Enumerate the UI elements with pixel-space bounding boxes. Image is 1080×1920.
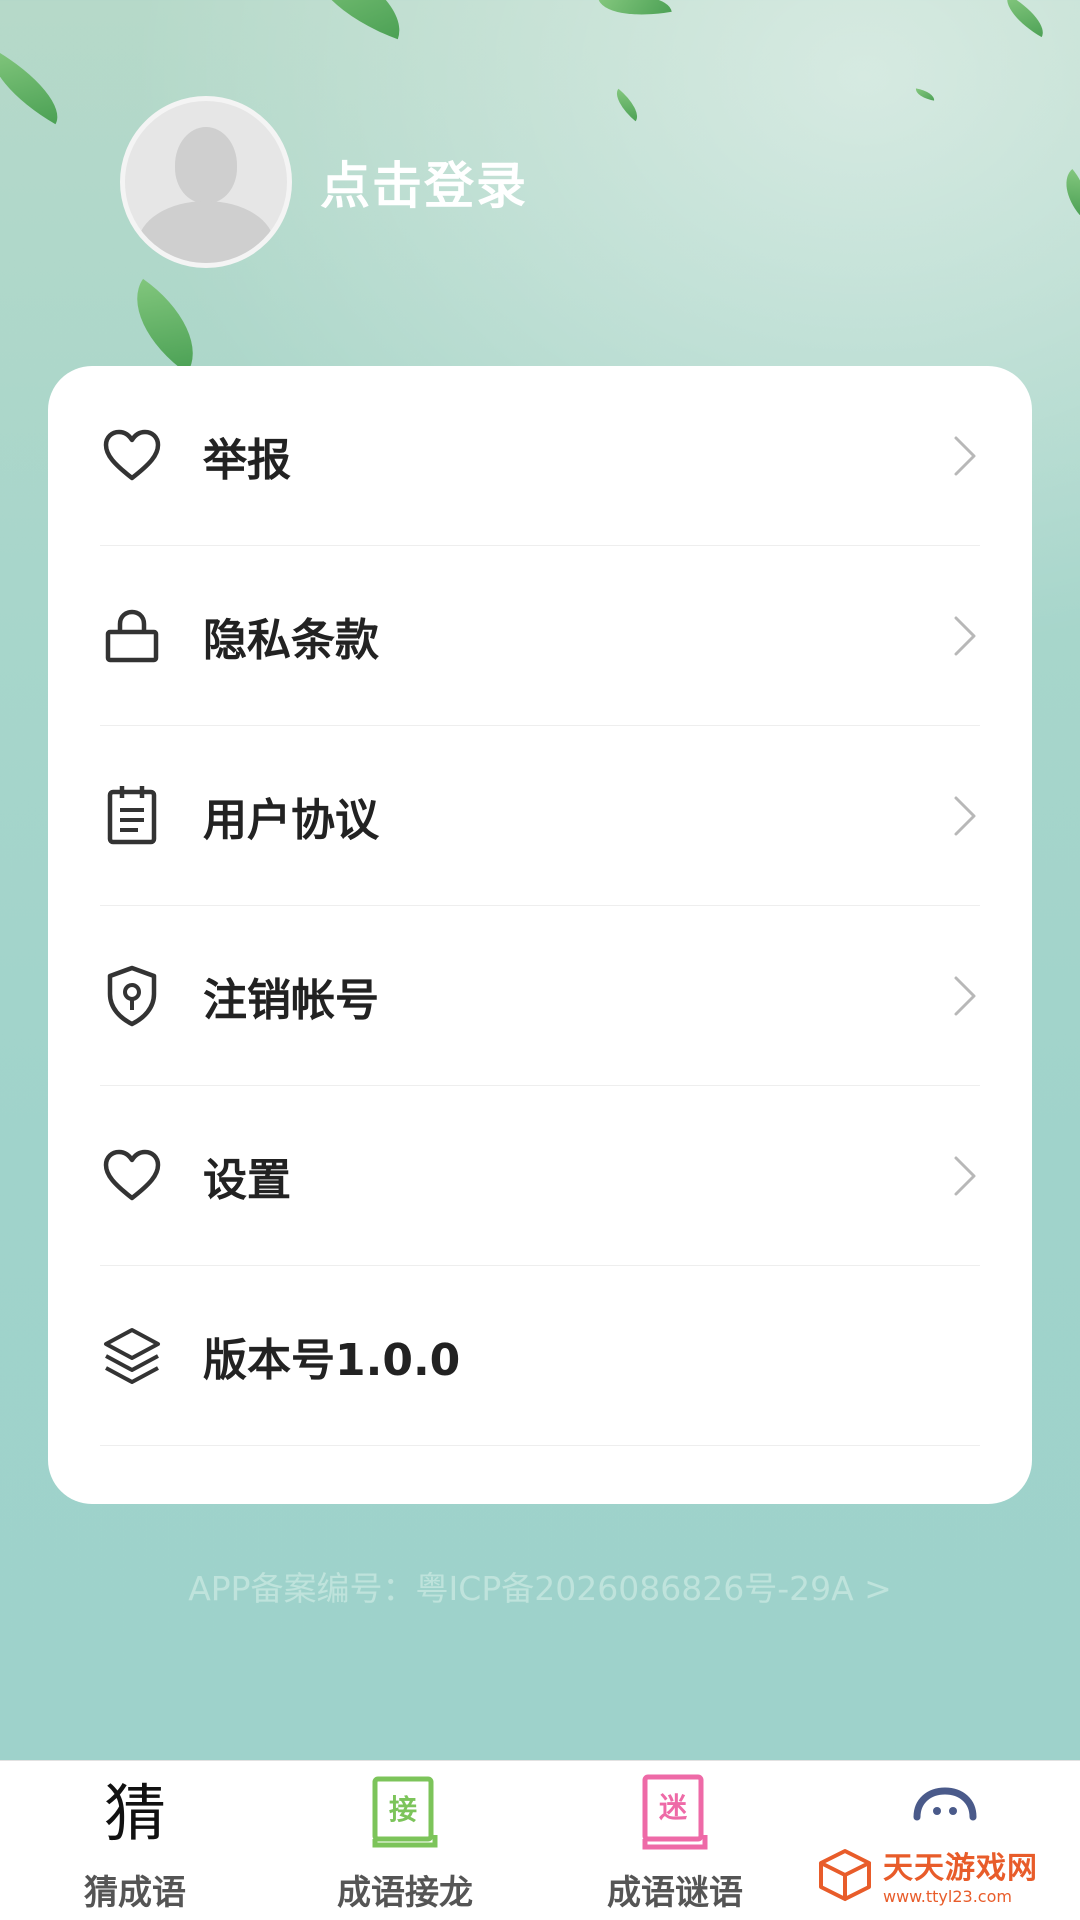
leaf-decoration <box>113 278 217 374</box>
tab-guess-idiom[interactable]: 猜 猜成语 <box>0 1761 270 1920</box>
watermark-url: www.ttyl23.com <box>883 1887 1012 1906</box>
svg-text:迷: 迷 <box>659 1791 688 1824</box>
clipboard-icon <box>100 784 164 848</box>
tab-idiom-chain[interactable]: 接 成语接龙 <box>270 1761 540 1920</box>
menu-item-label: 注销帐号 <box>203 974 379 1026</box>
menu-item-label: 举报 <box>203 434 291 486</box>
tab-label: 成语接龙 <box>337 1873 473 1913</box>
heart-icon <box>100 424 164 488</box>
watermark-title: 天天游戏网 <box>883 1851 1038 1886</box>
tab-label: 成语谜语 <box>607 1873 743 1913</box>
svg-text:接: 接 <box>389 1793 417 1826</box>
bottom-tab-bar: 猜 猜成语 接 成语接龙 迷 成语谜语 天天游戏网 www.ttyl23.com <box>0 1760 1080 1920</box>
leaf-decoration <box>294 0 416 40</box>
tab-label: 猜成语 <box>84 1873 186 1913</box>
leaf-decoration <box>609 88 645 122</box>
svg-text:猜: 猜 <box>104 1777 166 1850</box>
menu-card: 举报 隐私条款 用户协议 注销帐号 设置 版本号1.0.0 <box>48 366 1032 1504</box>
menu-item-delete-account[interactable]: 注销帐号 <box>100 906 980 1086</box>
menu-item-label: 设置 <box>203 1154 291 1206</box>
chevron-right-icon <box>954 616 976 655</box>
guess-char-icon: 猜 <box>95 1773 175 1853</box>
heart-icon <box>100 1144 164 1208</box>
menu-item-label: 隐私条款 <box>203 614 379 666</box>
chevron-right-icon <box>954 1156 976 1195</box>
leaf-decoration <box>0 49 73 125</box>
icp-link[interactable]: APP备案编号：粤ICP备2026086826号-29A > <box>0 1562 1080 1610</box>
menu-item-version: 版本号1.0.0 <box>100 1266 980 1446</box>
login-area[interactable]: 点击登录 <box>120 96 528 268</box>
watermark-logo-icon <box>819 1848 871 1901</box>
watermark: 天天游戏网 www.ttyl23.com <box>815 1843 1038 1906</box>
book-jie-icon: 接 <box>365 1773 445 1853</box>
version-label: 版本号1.0.0 <box>203 1334 461 1386</box>
chevron-right-icon <box>954 436 976 475</box>
login-label[interactable]: 点击登录 <box>320 146 528 218</box>
menu-item-report[interactable]: 举报 <box>100 366 980 546</box>
avatar[interactable] <box>120 96 292 268</box>
shield-key-icon <box>100 964 164 1028</box>
leaf-decoration <box>598 0 672 24</box>
chevron-right-icon <box>954 796 976 835</box>
menu-item-privacy[interactable]: 隐私条款 <box>100 546 980 726</box>
leaf-decoration <box>998 0 1052 38</box>
tab-idiom-riddle[interactable]: 迷 成语谜语 <box>540 1761 810 1920</box>
menu-item-settings[interactable]: 设置 <box>100 1086 980 1266</box>
leaf-decoration <box>1053 168 1080 216</box>
leaf-decoration <box>914 88 936 101</box>
lock-icon <box>100 604 164 668</box>
chat-face-icon <box>905 1773 985 1853</box>
layers-icon <box>100 1324 164 1388</box>
menu-item-label: 用户协议 <box>203 794 379 846</box>
menu-item-user-agreement[interactable]: 用户协议 <box>100 726 980 906</box>
chevron-right-icon <box>954 976 976 1015</box>
book-mi-icon: 迷 <box>635 1773 715 1853</box>
